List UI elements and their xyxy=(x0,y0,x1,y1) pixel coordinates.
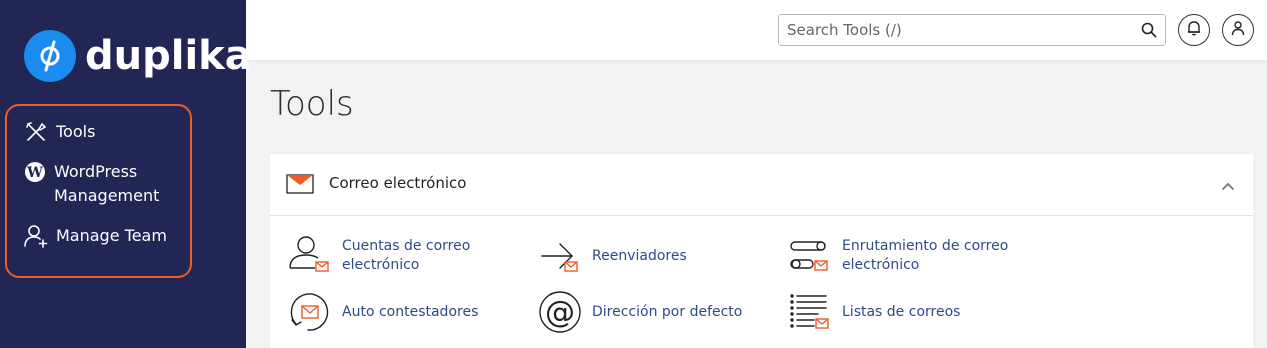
tool-label: Auto contestadores xyxy=(342,303,479,320)
tools-icon xyxy=(24,120,48,144)
wordpress-icon: W xyxy=(24,160,46,184)
tool-default-address[interactable]: @ Dirección por defecto xyxy=(538,290,762,334)
default-address-icon: @ xyxy=(538,290,582,334)
duplika-logo[interactable]: duplika xyxy=(24,30,252,82)
section-title: Correo electrónico xyxy=(329,174,467,192)
sidebar-item-wordpress[interactable]: W WordPress Management xyxy=(24,160,184,208)
bell-icon xyxy=(1187,20,1201,41)
tool-label: Reenviadores xyxy=(592,247,687,264)
duplika-logo-icon xyxy=(24,30,76,82)
sidebar: duplika Tools W WordPress Management Man… xyxy=(0,0,252,348)
tool-label: Listas de correos xyxy=(842,303,961,320)
notifications-button[interactable] xyxy=(1178,14,1210,46)
chevron-up-icon[interactable] xyxy=(1221,178,1235,196)
sidebar-item-label: WordPress Management xyxy=(54,162,160,205)
tool-email-accounts[interactable]: Cuentas de correo electrónico xyxy=(288,234,512,278)
tool-email-routing[interactable]: Enrutamiento de correo electrónico xyxy=(788,234,1012,278)
tool-label: Cuentas de correo electrónico xyxy=(342,238,471,273)
sidebar-item-tools[interactable]: Tools xyxy=(24,120,95,144)
envelope-icon xyxy=(286,174,314,199)
email-accounts-icon xyxy=(288,234,332,278)
user-icon xyxy=(1231,20,1245,41)
tool-label: Enrutamiento de correo electrónico xyxy=(842,238,1009,273)
email-routing-icon xyxy=(788,234,832,278)
top-bar xyxy=(246,0,1267,60)
tool-forwarders[interactable]: Reenviadores xyxy=(538,234,762,278)
mailing-lists-icon xyxy=(788,290,832,334)
section-header[interactable]: Correo electrónico xyxy=(270,154,1253,216)
search-icon[interactable] xyxy=(1141,22,1157,38)
add-user-icon xyxy=(24,224,48,248)
tool-mailing-lists[interactable]: Listas de correos xyxy=(788,290,1012,334)
search-box xyxy=(778,14,1166,46)
sidebar-item-label: Tools xyxy=(56,122,96,141)
sidebar-item-manage-team[interactable]: Manage Team xyxy=(24,224,167,248)
autoresponders-icon xyxy=(288,290,332,334)
brand-name: duplika xyxy=(85,33,252,79)
svg-text:W: W xyxy=(26,165,43,181)
account-button[interactable] xyxy=(1222,14,1254,46)
tool-label: Dirección por defecto xyxy=(592,303,743,320)
svg-text:@: @ xyxy=(545,295,575,330)
forwarders-icon xyxy=(538,234,582,278)
page-title: Tools xyxy=(270,84,354,124)
tool-autoresponders[interactable]: Auto contestadores xyxy=(288,290,512,334)
sidebar-item-label: Manage Team xyxy=(56,226,167,245)
search-input[interactable] xyxy=(779,15,1119,45)
